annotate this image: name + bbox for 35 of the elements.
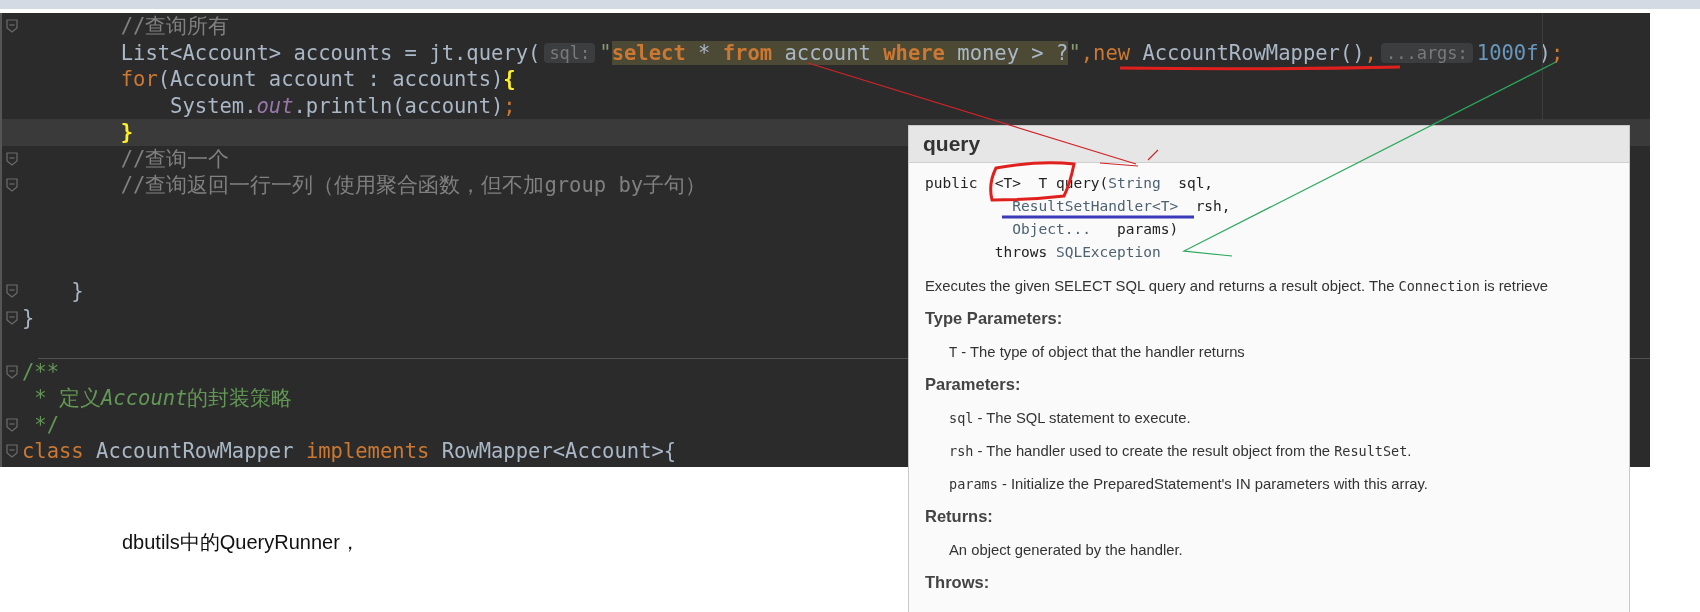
section-heading: Type Parameters: <box>925 308 1063 329</box>
code-line: //查询返回一行一列（使用聚合函数，但不加group by子句） <box>119 172 707 199</box>
code-line: } <box>119 119 134 146</box>
section-heading: Returns: <box>925 506 993 527</box>
code-line: } <box>22 304 35 331</box>
code-line: * 定义Account的封装策略 <box>33 385 293 412</box>
code-line: class AccountRowMapper implements RowMapper<Account>{ <box>22 438 677 465</box>
code-line: */ <box>33 411 60 438</box>
section-heading: Throws: <box>925 572 990 593</box>
code-line: //查询所有 <box>119 13 230 40</box>
code-line: /** <box>22 358 60 385</box>
section-item: T - The type of object that the handler returns <box>949 342 1245 362</box>
fold-icon[interactable] <box>6 178 18 193</box>
note-text: dbutils中的QueryRunner， <box>122 529 360 555</box>
section-item: params - Initialize the PreparedStatement's IN parameters with this array. <box>949 474 1428 494</box>
section-item: An object generated by the handler. <box>949 540 1183 560</box>
section-item: rsh - The handler used to create the result object from the ResultSet. <box>949 441 1412 461</box>
code-line: } <box>70 278 84 305</box>
description-text: Executes the given SELECT SQL query and returns a result object. The Connection is retrieve <box>925 276 1549 296</box>
signature-line: ResultSetHandler<T> rsh, <box>1011 198 1231 215</box>
fold-icon[interactable] <box>6 310 18 325</box>
fold-icon[interactable] <box>6 151 18 166</box>
signature-line: Object... params) <box>1011 221 1179 238</box>
section-heading: Parameters: <box>925 374 1021 395</box>
code-line: System.out.println(account); <box>169 92 516 119</box>
code-line: for(Account account : accounts){ <box>119 66 516 93</box>
popup-title: query <box>909 126 1629 163</box>
code-line: //查询一个 <box>119 145 230 172</box>
fold-icon[interactable] <box>6 417 18 432</box>
section-item: sql - The SQL statement to execute. <box>949 408 1191 428</box>
fold-icon[interactable] <box>6 364 18 379</box>
fold-icon[interactable] <box>6 19 18 34</box>
fold-icon[interactable] <box>6 444 18 459</box>
signature-line: throws SQLException <box>993 244 1161 261</box>
fold-icon[interactable] <box>6 284 18 299</box>
